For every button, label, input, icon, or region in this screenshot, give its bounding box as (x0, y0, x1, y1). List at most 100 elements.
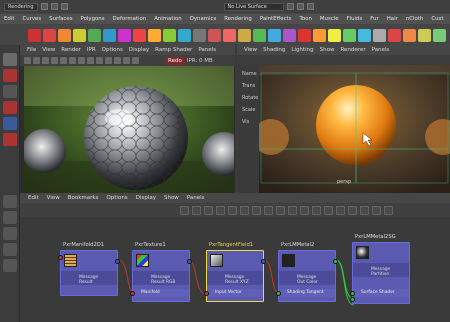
node-input-attr[interactable]: Input Vector (207, 289, 263, 297)
shelf-tool-icon[interactable] (163, 28, 176, 42)
menu-surfaces[interactable]: Surfaces (45, 16, 76, 22)
menu-dynamics[interactable]: Dynamics (186, 16, 221, 22)
render-menu-ramp-shader[interactable]: Ramp Shader (152, 47, 195, 53)
rgb-icon[interactable] (78, 57, 85, 64)
viewport-menu-shading[interactable]: Shading (260, 47, 288, 53)
node-menu-view[interactable]: View (43, 195, 64, 201)
menu-deformation[interactable]: Deformation (109, 16, 151, 22)
paint-select-icon[interactable] (3, 85, 17, 98)
rotate-tool-icon[interactable] (3, 117, 17, 130)
viewport-menu-panels[interactable]: Panels (369, 47, 393, 53)
shelf-tool-icon[interactable] (373, 28, 386, 42)
node-menu-panels[interactable]: Panels (183, 195, 209, 201)
menu-animation[interactable]: Animation (150, 16, 185, 22)
shelf-tool-icon[interactable] (43, 28, 56, 42)
shelf-tool-icon[interactable] (313, 28, 326, 42)
node-pxr-tangent-field[interactable]: PxrTangentField1 Message Result XYZ Inpu… (204, 242, 266, 302)
layout-side-icon[interactable] (3, 227, 17, 240)
node-pxr-manifold-2d[interactable]: PxrManifold2D1 Message Result (58, 242, 120, 296)
pin-icon[interactable] (360, 205, 369, 215)
menu-cust[interactable]: Cust (427, 16, 447, 22)
input-port-icon[interactable] (204, 291, 209, 296)
menu-curves[interactable]: Curves (18, 16, 45, 22)
input-port-icon[interactable] (130, 291, 135, 296)
alpha-icon[interactable] (87, 57, 94, 64)
mode-dropdown[interactable]: Rendering (4, 2, 38, 11)
menu-polygons[interactable]: Polygons (77, 16, 109, 22)
render-menu-file[interactable]: File (24, 47, 39, 53)
node-menu-options[interactable]: Options (102, 195, 131, 201)
menu-toon[interactable]: Toon (295, 16, 315, 22)
shelf-tool-icon[interactable] (178, 28, 191, 42)
viewport-menu-lighting[interactable]: Lighting (288, 47, 316, 53)
menu-rendering[interactable]: Rendering (220, 16, 256, 22)
node-pxr-texture[interactable]: PxrTexture1 Message Result RGB Manifold (130, 242, 192, 302)
node-menu-show[interactable]: Show (160, 195, 183, 201)
input-port-icon[interactable] (350, 297, 355, 302)
render-menu-ipr[interactable]: IPR (84, 47, 99, 53)
shelf-tool-icon[interactable] (148, 28, 161, 42)
input-port-icon[interactable] (276, 291, 281, 296)
ipr-render-icon[interactable] (33, 57, 40, 64)
graph-input-icon[interactable] (180, 205, 189, 215)
menu-fluids[interactable]: Fluids (343, 16, 367, 22)
lasso-tool-icon[interactable] (3, 69, 17, 82)
move-tool-icon[interactable] (3, 101, 17, 114)
node-input-attr[interactable]: Shading Tangent (279, 289, 335, 297)
shelf-tool-icon[interactable] (298, 28, 311, 42)
shelf-tool-icon[interactable] (58, 28, 71, 42)
add-node-icon[interactable] (228, 205, 237, 215)
render-menu-display[interactable]: Display (126, 47, 152, 53)
open-scene-icon[interactable] (50, 3, 58, 10)
node-menu-edit[interactable]: Edit (24, 195, 43, 201)
shelf-tool-icon[interactable] (103, 28, 116, 42)
layout-single-icon[interactable] (3, 195, 17, 208)
node-pxr-lm-metal-sg[interactable]: PxrLMMetal2SG Message Partition Surface … (350, 234, 410, 304)
layout-stack-icon[interactable] (3, 243, 17, 256)
outliner-icon[interactable] (3, 259, 17, 272)
save-scene-icon[interactable] (60, 3, 68, 10)
frame-selected-icon[interactable] (276, 205, 285, 215)
viewport-menu-view[interactable]: View (241, 47, 260, 53)
shelf-tool-icon[interactable] (73, 28, 86, 42)
render-menu-panels[interactable]: Panels (195, 47, 219, 53)
channel-icon[interactable] (69, 57, 76, 64)
snapshot-icon[interactable] (60, 57, 67, 64)
layout-four-icon[interactable] (3, 211, 17, 224)
output-port-icon[interactable] (261, 259, 266, 264)
bookmark-icon[interactable] (372, 205, 381, 215)
menu-ncloth[interactable]: nCloth (402, 16, 428, 22)
input-port-icon[interactable] (58, 255, 63, 260)
shelf-tool-icon[interactable] (358, 28, 371, 42)
shelf-tool-icon[interactable] (238, 28, 251, 42)
shelf-tool-icon[interactable] (118, 28, 131, 42)
graph-both-icon[interactable] (204, 205, 213, 215)
ipr-icon[interactable] (306, 3, 314, 10)
viewport-image[interactable]: persp (259, 65, 450, 193)
input-port-icon[interactable] (350, 291, 355, 296)
shelf-tool-icon[interactable] (28, 28, 41, 42)
snap-grid-icon[interactable] (348, 205, 357, 215)
output-port-icon[interactable] (115, 259, 120, 264)
shelf-tool-icon[interactable] (283, 28, 296, 42)
layout-icon[interactable] (252, 205, 261, 215)
remove-image-icon[interactable] (123, 57, 130, 64)
shelf-tool-icon[interactable] (223, 28, 236, 42)
region-icon[interactable] (51, 57, 58, 64)
output-port-icon[interactable] (333, 259, 338, 264)
keep-image-icon[interactable] (114, 57, 121, 64)
redo-button[interactable]: Redo (165, 56, 185, 65)
menu-painteffects[interactable]: PaintEffects (256, 16, 296, 22)
node-input-attr[interactable]: Surface Shader (353, 289, 409, 297)
remove-node-icon[interactable] (240, 205, 249, 215)
shelf-tool-icon[interactable] (403, 28, 416, 42)
real-size-icon[interactable] (105, 57, 112, 64)
shelf-tool-icon[interactable] (268, 28, 281, 42)
output-port-icon[interactable] (187, 259, 192, 264)
shelf-tool-icon[interactable] (433, 28, 446, 42)
shelf-tool-icon[interactable] (253, 28, 266, 42)
fit-icon[interactable] (96, 57, 103, 64)
exposure-icon[interactable] (132, 57, 139, 64)
clear-graph-icon[interactable] (216, 205, 225, 215)
node-input-attr[interactable]: Manifold (133, 289, 189, 297)
